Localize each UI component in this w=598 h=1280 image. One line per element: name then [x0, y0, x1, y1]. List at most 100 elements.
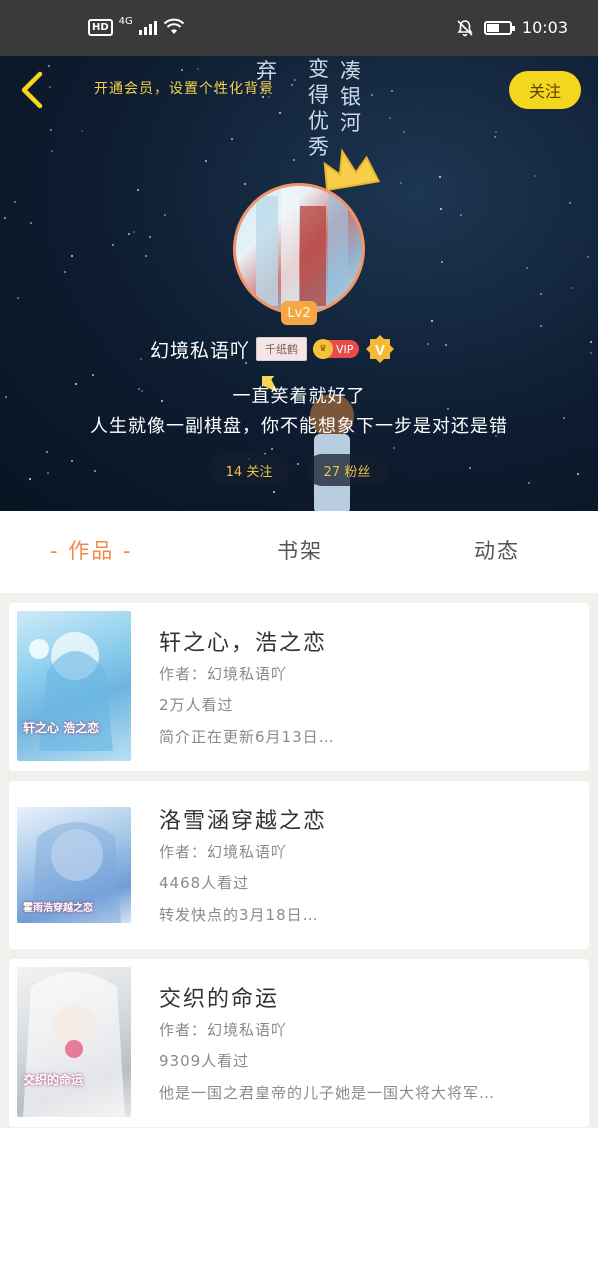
book-title-1[interactable]: 轩之心，浩之恋	[159, 625, 327, 657]
star-dot	[149, 236, 151, 238]
star-dot	[590, 352, 592, 354]
book-list: 轩之心 浩之恋 轩之心，浩之恋 作者：幻境私语吖 2万人看过 简介正在更新6月1…	[0, 603, 598, 1128]
status-left: HD 4G	[88, 15, 185, 36]
following-count[interactable]: 14 关注	[208, 454, 290, 486]
star-dot	[569, 202, 571, 204]
book-intro-1: 简介正在更新6月13日…	[159, 728, 335, 746]
star-dot	[197, 68, 199, 70]
hd-icon: HD	[88, 18, 113, 36]
tab-activity[interactable]: 动态	[474, 535, 520, 565]
book-author-3: 作者：幻境私语吖	[159, 1021, 288, 1039]
star-dot	[571, 287, 573, 289]
star-dot	[137, 189, 139, 191]
star-dot	[460, 214, 462, 216]
star-dot	[400, 182, 402, 184]
star-dot	[94, 470, 96, 472]
vip-background-link[interactable]: 开通会员，设置个性化背景	[94, 78, 274, 98]
tab-bookshelf[interactable]: 书架	[277, 535, 323, 565]
star-dot	[587, 256, 589, 258]
book-cover-text-3: 交织的命运	[23, 1073, 84, 1087]
star-dot	[371, 94, 373, 96]
section-divider	[0, 593, 598, 603]
fans-count[interactable]: 27 粉丝	[306, 454, 388, 486]
vip-badge[interactable]: ♛ VIP	[313, 339, 360, 359]
star-dot	[50, 129, 52, 131]
crane-badge[interactable]: 千纸鹤	[256, 337, 308, 361]
star-dot	[205, 160, 207, 162]
username-row: 幻境私语吖 千纸鹤 ♛ VIP V	[150, 334, 395, 364]
book-cover-3[interactable]: 交织的命运	[17, 967, 131, 1117]
star-dot	[4, 217, 6, 219]
star-dot	[393, 447, 395, 449]
star-dot	[528, 482, 530, 484]
avatar[interactable]	[233, 183, 365, 315]
star-dot	[447, 408, 449, 410]
signature-line-1: 一直笑着就好了	[232, 386, 366, 407]
poem-char: 河	[340, 111, 361, 135]
star-dot	[391, 90, 393, 92]
follow-button[interactable]: 关注	[509, 71, 581, 109]
star-dot	[92, 374, 94, 376]
signal-icon	[138, 19, 157, 35]
star-dot	[403, 131, 405, 133]
star-dot	[445, 344, 447, 346]
star-dot	[495, 131, 497, 133]
avatar-image	[256, 186, 348, 312]
book-intro-3: 他是一国之君皇帝的儿子她是一国大将大将军…	[159, 1084, 496, 1102]
star-dot	[540, 293, 542, 295]
star-dot	[440, 208, 442, 210]
book-cover-art-1	[29, 632, 113, 751]
verified-v-label: V	[375, 342, 385, 359]
star-dot	[14, 201, 16, 203]
battery-icon	[483, 20, 515, 35]
avatar-frame[interactable]	[233, 183, 365, 315]
mute-bell-icon	[457, 19, 473, 36]
star-dot	[164, 214, 166, 216]
book-card-1[interactable]: 轩之心 浩之恋 轩之心，浩之恋 作者：幻境私语吖 2万人看过 简介正在更新6月1…	[9, 603, 589, 771]
star-dot	[81, 130, 83, 132]
star-dot	[294, 79, 296, 81]
star-dot	[389, 117, 391, 119]
star-dot	[30, 222, 32, 224]
network-type: 4G	[118, 15, 133, 27]
vip-label: VIP	[336, 342, 354, 356]
book-intro-2: 转发快点的3月18日…	[159, 906, 319, 924]
star-dot	[145, 255, 147, 257]
star-dot	[51, 150, 53, 152]
star-dot	[17, 297, 19, 299]
wifi-icon	[163, 18, 185, 34]
book-card-3[interactable]: 交织的命运 交织的命运 作者：幻境私语吖 9309人看过 他是一国之君皇帝的儿子…	[9, 959, 589, 1127]
star-dot	[112, 244, 114, 246]
vip-crown-icon: ♛	[313, 339, 334, 359]
signature-line-2: 人生就像一副棋盘，你不能想象下一步是对还是错	[90, 416, 508, 437]
clock: 10:03	[521, 18, 568, 37]
book-card-2[interactable]: 霍雨浩穿越之恋 洛雪涵穿越之恋 作者：幻境私语吖 4468人看过 转发快点的3月…	[9, 781, 589, 949]
book-cover-1[interactable]: 轩之心 浩之恋	[17, 611, 131, 761]
star-dot	[441, 261, 443, 263]
book-cover-art-3	[23, 972, 125, 1117]
poem-char: 凑	[340, 59, 361, 83]
star-dot	[133, 231, 135, 233]
star-dot	[140, 358, 142, 360]
poem-char: 银	[340, 85, 361, 109]
book-title-2[interactable]: 洛雪涵穿越之恋	[159, 803, 327, 835]
star-dot	[279, 112, 281, 114]
star-dot	[469, 467, 471, 469]
star-dot	[71, 255, 73, 257]
back-arrow-icon[interactable]	[14, 68, 54, 112]
star-dot	[526, 267, 528, 269]
poem-char: 变	[308, 57, 329, 81]
star-dot	[293, 159, 295, 161]
star-dot	[48, 65, 50, 67]
book-cover-2[interactable]: 霍雨浩穿越之恋	[17, 807, 131, 923]
verified-v-icon[interactable]: V	[365, 334, 395, 364]
status-right: 10:03	[456, 18, 568, 37]
book-title-3[interactable]: 交织的命运	[159, 981, 279, 1013]
book-cover-text-2: 霍雨浩穿越之恋	[23, 903, 93, 914]
tab-works[interactable]: - 作品 -	[50, 535, 133, 565]
star-dot	[64, 271, 66, 273]
star-dot	[71, 460, 73, 462]
star-dot	[47, 472, 49, 474]
star-dot	[540, 325, 542, 327]
poem-char: 得	[308, 83, 329, 107]
